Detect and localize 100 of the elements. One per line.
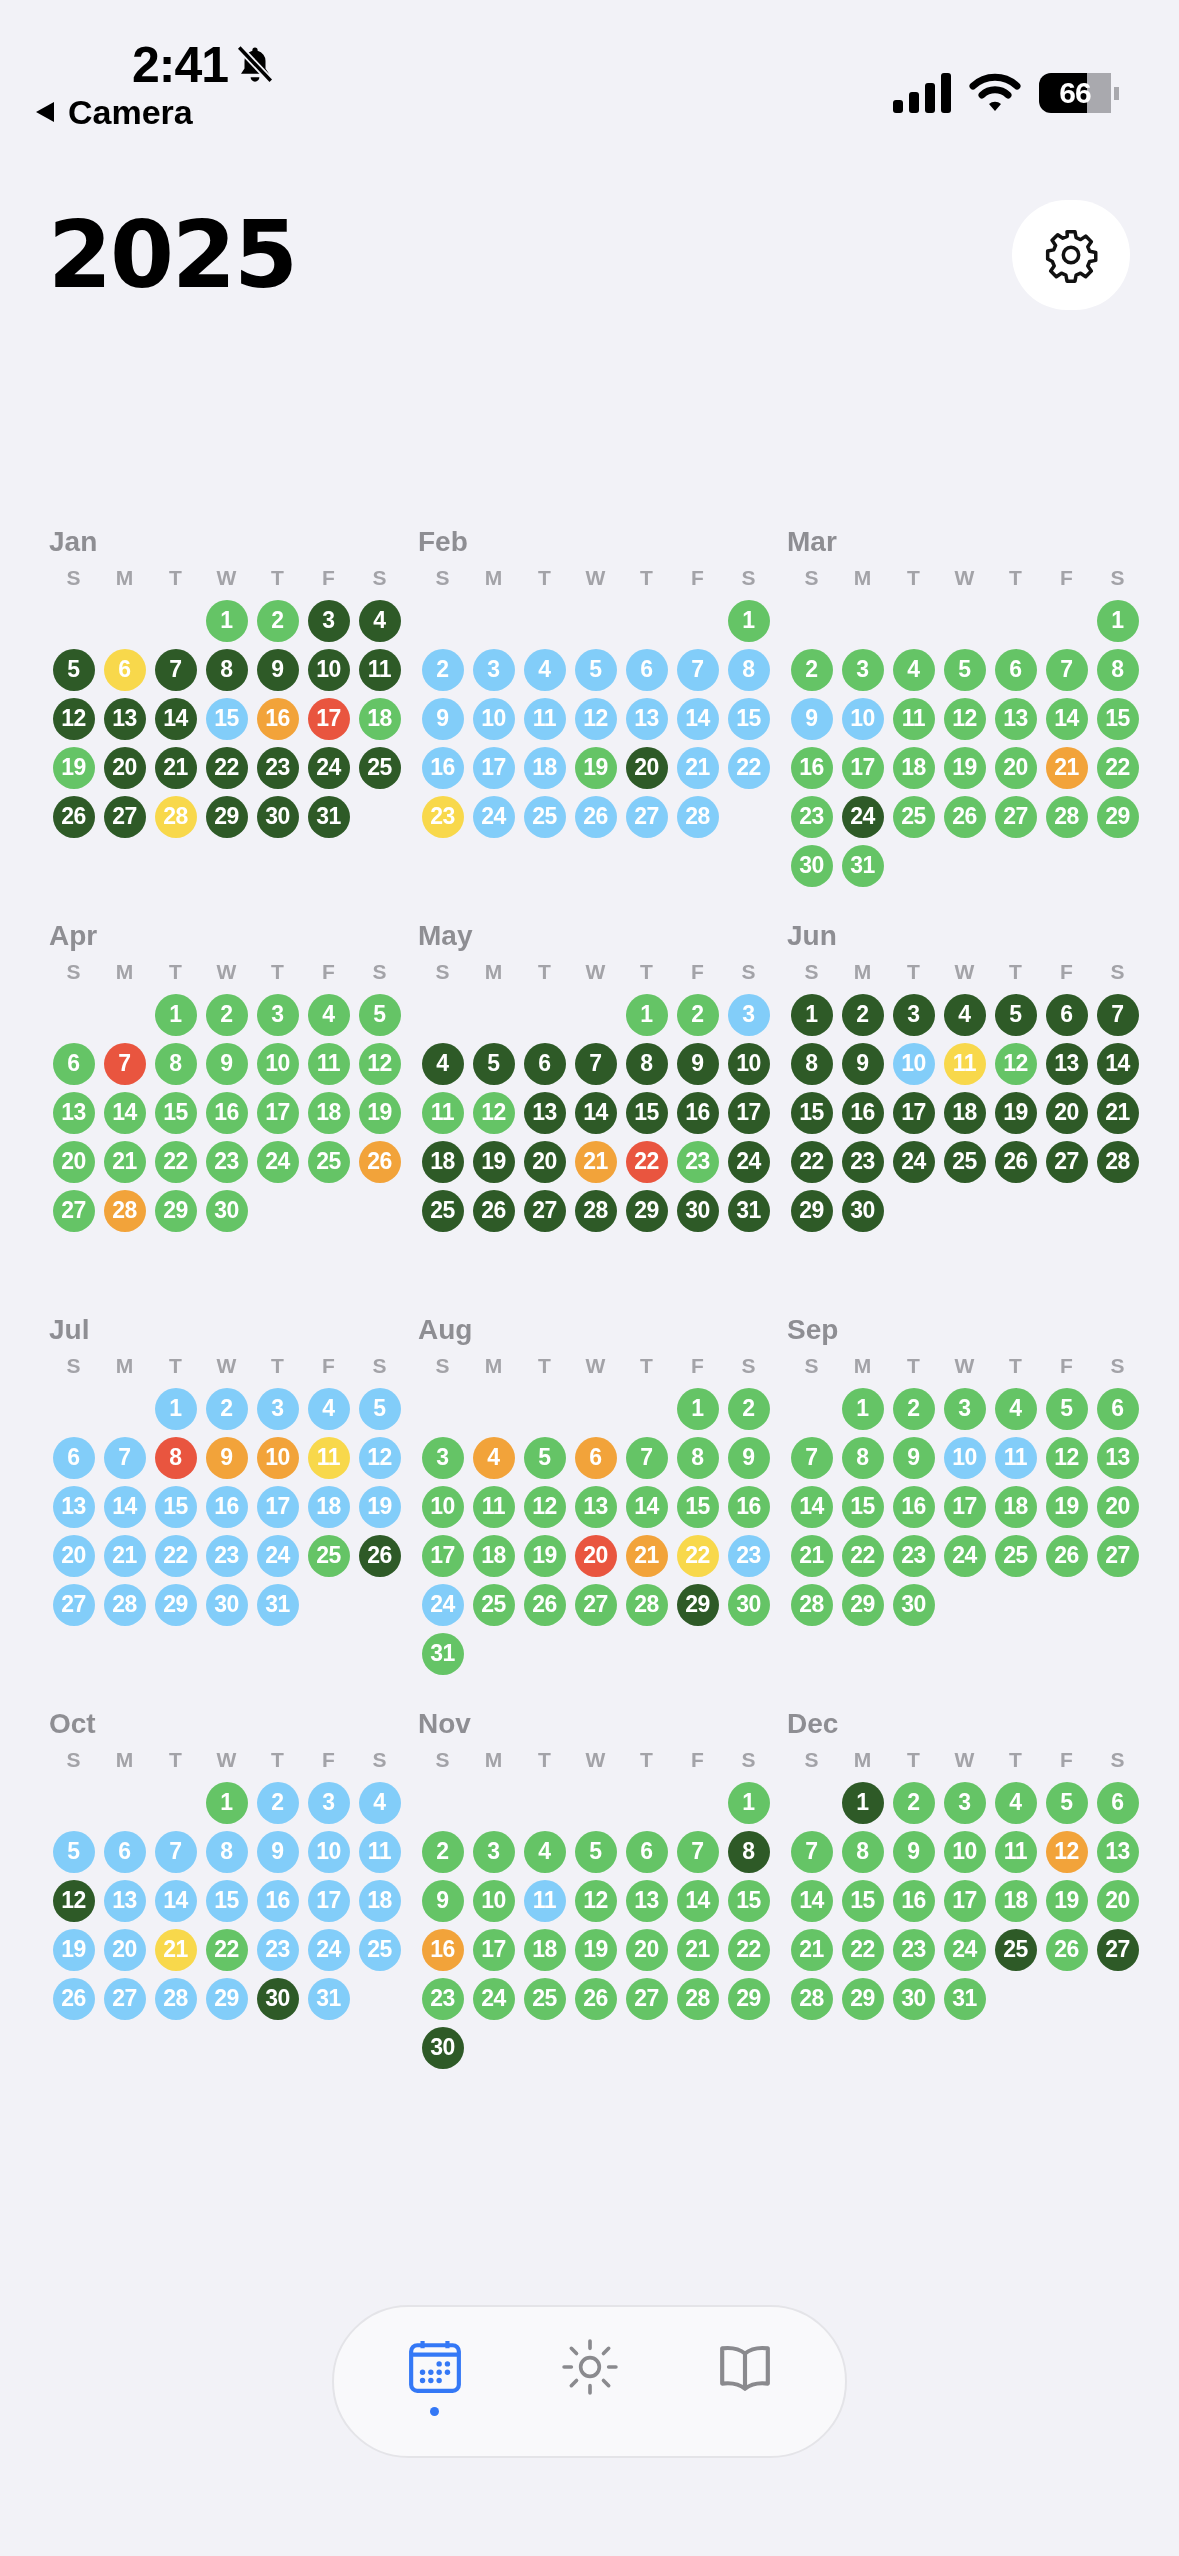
calendar-day[interactable]: 15 [625, 1091, 668, 1134]
calendar-day[interactable]: 31 [841, 844, 884, 887]
calendar-day[interactable]: 21 [790, 1928, 833, 1971]
calendar-day[interactable]: 10 [892, 1042, 935, 1085]
calendar-day[interactable]: 22 [205, 1928, 248, 1971]
calendar-day[interactable]: 13 [523, 1091, 566, 1134]
calendar-day[interactable]: 5 [1045, 1387, 1088, 1430]
calendar-day[interactable]: 3 [256, 1387, 299, 1430]
calendar-day[interactable]: 16 [421, 746, 464, 789]
calendar-day[interactable]: 27 [103, 795, 146, 838]
calendar-day[interactable]: 13 [1096, 1830, 1139, 1873]
calendar-day[interactable]: 7 [154, 648, 197, 691]
calendar-day[interactable]: 11 [472, 1485, 515, 1528]
calendar-day[interactable]: 2 [790, 648, 833, 691]
calendar-day[interactable]: 27 [52, 1583, 95, 1626]
calendar-day[interactable]: 9 [790, 697, 833, 740]
calendar-day[interactable]: 8 [727, 1830, 770, 1873]
calendar-day[interactable]: 12 [523, 1485, 566, 1528]
calendar-day[interactable]: 6 [52, 1042, 95, 1085]
calendar-day[interactable]: 10 [943, 1830, 986, 1873]
calendar-day[interactable]: 6 [625, 1830, 668, 1873]
calendar-day[interactable]: 2 [205, 1387, 248, 1430]
calendar-day[interactable]: 12 [574, 1879, 617, 1922]
calendar-day[interactable]: 6 [574, 1436, 617, 1479]
calendar-day[interactable]: 18 [523, 746, 566, 789]
calendar-day[interactable]: 13 [625, 697, 668, 740]
calendar-day[interactable]: 6 [523, 1042, 566, 1085]
calendar-day[interactable]: 11 [994, 1436, 1037, 1479]
calendar-day[interactable]: 30 [205, 1189, 248, 1232]
calendar-day[interactable]: 14 [103, 1485, 146, 1528]
calendar-day[interactable]: 2 [892, 1781, 935, 1824]
calendar-day[interactable]: 11 [892, 697, 935, 740]
calendar-day[interactable]: 27 [574, 1583, 617, 1626]
calendar-day[interactable]: 10 [727, 1042, 770, 1085]
calendar-day[interactable]: 10 [943, 1436, 986, 1479]
calendar-day[interactable]: 19 [574, 1928, 617, 1971]
calendar-day[interactable]: 24 [256, 1140, 299, 1183]
calendar-day[interactable]: 28 [625, 1583, 668, 1626]
calendar-day[interactable]: 1 [154, 993, 197, 1036]
calendar-day[interactable]: 12 [1045, 1830, 1088, 1873]
calendar-day[interactable]: 18 [358, 1879, 401, 1922]
calendar-day[interactable]: 3 [943, 1387, 986, 1430]
calendar-day[interactable]: 4 [472, 1436, 515, 1479]
calendar-day[interactable]: 3 [943, 1781, 986, 1824]
calendar-day[interactable]: 20 [994, 746, 1037, 789]
calendar-day[interactable]: 27 [625, 1977, 668, 2020]
calendar-day[interactable]: 2 [256, 1781, 299, 1824]
calendar-day[interactable]: 11 [358, 1830, 401, 1873]
calendar-day[interactable]: 5 [472, 1042, 515, 1085]
calendar-day[interactable]: 20 [625, 746, 668, 789]
calendar-day[interactable]: 2 [892, 1387, 935, 1430]
calendar-day[interactable]: 7 [1096, 993, 1139, 1036]
calendar-day[interactable]: 12 [52, 697, 95, 740]
calendar-day[interactable]: 23 [841, 1140, 884, 1183]
calendar-day[interactable]: 22 [676, 1534, 719, 1577]
calendar-day[interactable]: 15 [205, 1879, 248, 1922]
calendar-day[interactable]: 4 [421, 1042, 464, 1085]
calendar-day[interactable]: 14 [790, 1879, 833, 1922]
calendar-day[interactable]: 21 [574, 1140, 617, 1183]
calendar-day[interactable]: 15 [727, 697, 770, 740]
calendar-day[interactable]: 5 [523, 1436, 566, 1479]
calendar-day[interactable]: 9 [256, 1830, 299, 1873]
calendar-day[interactable]: 14 [676, 1879, 719, 1922]
calendar-day[interactable]: 15 [790, 1091, 833, 1134]
calendar-day[interactable]: 4 [523, 648, 566, 691]
calendar-day[interactable]: 24 [472, 1977, 515, 2020]
calendar-day[interactable]: 3 [421, 1436, 464, 1479]
calendar-day[interactable]: 28 [790, 1977, 833, 2020]
calendar-day[interactable]: 24 [307, 746, 350, 789]
calendar-day[interactable]: 16 [205, 1091, 248, 1134]
calendar-day[interactable]: 14 [154, 1879, 197, 1922]
calendar-day[interactable]: 26 [523, 1583, 566, 1626]
calendar-day[interactable]: 1 [790, 993, 833, 1036]
calendar-day[interactable]: 20 [52, 1534, 95, 1577]
calendar-day[interactable]: 3 [892, 993, 935, 1036]
calendar-day[interactable]: 25 [358, 746, 401, 789]
calendar-day[interactable]: 11 [523, 1879, 566, 1922]
calendar-day[interactable]: 17 [307, 697, 350, 740]
calendar-day[interactable]: 17 [727, 1091, 770, 1134]
calendar-day[interactable]: 18 [892, 746, 935, 789]
calendar-day[interactable]: 6 [103, 1830, 146, 1873]
calendar-day[interactable]: 19 [358, 1091, 401, 1134]
calendar-day[interactable]: 4 [994, 1781, 1037, 1824]
calendar-day[interactable]: 27 [994, 795, 1037, 838]
calendar-day[interactable]: 21 [676, 1928, 719, 1971]
calendar-day[interactable]: 26 [943, 795, 986, 838]
calendar-day[interactable]: 18 [523, 1928, 566, 1971]
calendar-day[interactable]: 22 [1096, 746, 1139, 789]
calendar-day[interactable]: 21 [676, 746, 719, 789]
calendar-day[interactable]: 19 [574, 746, 617, 789]
calendar-day[interactable]: 21 [154, 1928, 197, 1971]
calendar-day[interactable]: 24 [892, 1140, 935, 1183]
calendar-day[interactable]: 19 [1045, 1485, 1088, 1528]
calendar-day[interactable]: 4 [358, 1781, 401, 1824]
calendar-day[interactable]: 13 [52, 1091, 95, 1134]
calendar-day[interactable]: 29 [841, 1977, 884, 2020]
calendar-day[interactable]: 24 [307, 1928, 350, 1971]
calendar-day[interactable]: 22 [205, 746, 248, 789]
calendar-day[interactable]: 18 [994, 1879, 1037, 1922]
calendar-day[interactable]: 8 [205, 1830, 248, 1873]
